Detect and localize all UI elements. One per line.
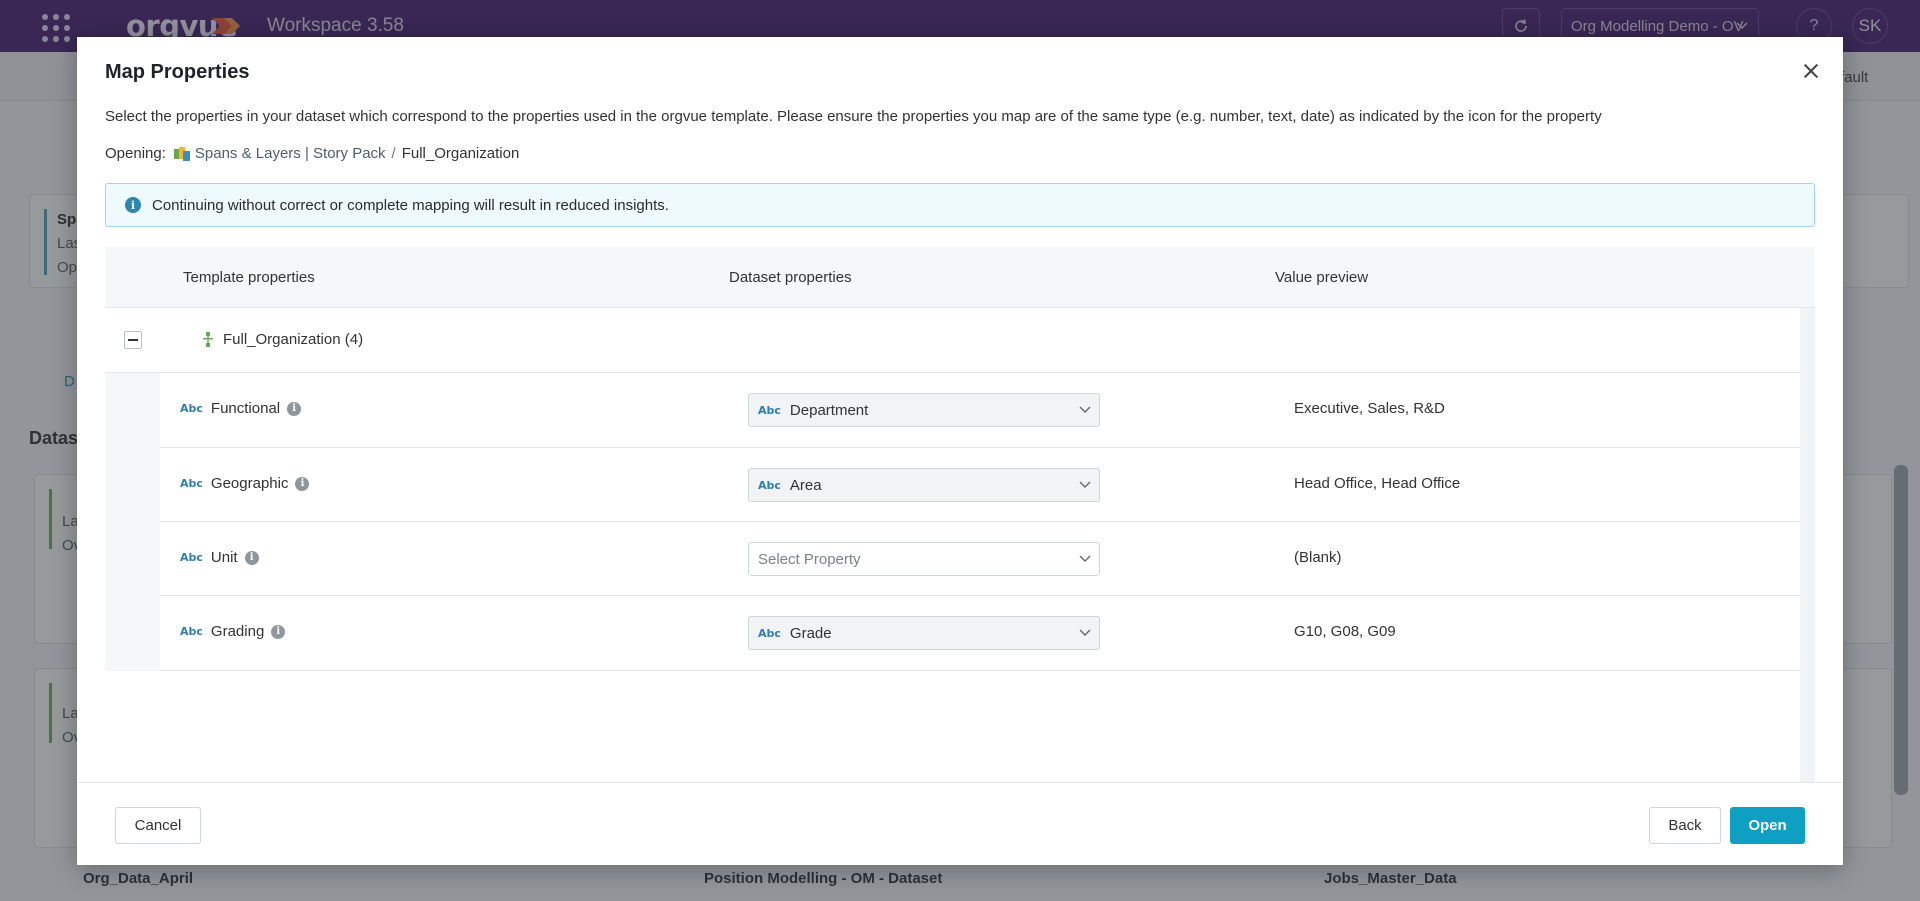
template-property: Abc Functional i	[180, 400, 302, 417]
text-type-icon: Abc	[758, 478, 781, 492]
chevron-down-icon	[1079, 629, 1091, 636]
group-name: Full_Organization (4)	[223, 331, 364, 348]
table-row: Abc Geographic i Abc Area Head Office, H…	[105, 448, 1800, 522]
group-label: Full_Organization (4)	[203, 331, 363, 348]
table-scrollbar[interactable]	[1800, 308, 1815, 782]
table-header: Template properties Dataset properties V…	[105, 247, 1815, 308]
dialog-title: Map Properties	[105, 61, 250, 83]
value-preview: G10, G08, G09	[1294, 623, 1396, 640]
opening-label: Opening:	[105, 145, 166, 162]
info-icon[interactable]: i	[244, 550, 259, 565]
text-type-icon: Abc	[758, 403, 781, 417]
value-preview: Head Office, Head Office	[1294, 475, 1461, 492]
dataset-property-select[interactable]: Abc Grade	[748, 616, 1100, 650]
info-notice: i Continuing without correct or complete…	[105, 183, 1815, 227]
story-pack-icon	[173, 146, 190, 161]
selected-property: Department	[789, 401, 869, 419]
breadcrumb-separator: /	[391, 145, 396, 162]
dataset-property-select[interactable]: Abc Area	[748, 468, 1100, 502]
select-placeholder: Select Property	[758, 550, 861, 568]
table-row: Abc Functional i Abc Department Executiv…	[105, 373, 1800, 448]
value-preview: (Blank)	[1294, 549, 1342, 566]
cancel-button[interactable]: Cancel	[115, 807, 201, 844]
info-icon[interactable]: i	[287, 401, 302, 416]
text-type-icon: Abc	[180, 477, 203, 490]
breadcrumb: Opening: Spans & Layers | Story Pack / F…	[105, 145, 519, 162]
table-row: Abc Unit i Select Property (Blank)	[105, 522, 1800, 596]
selected-property: Area	[789, 476, 822, 494]
dialog-footer: Cancel Back Open	[77, 782, 1843, 865]
group-row: Full_Organization (4)	[105, 308, 1800, 373]
value-preview: Executive, Sales, R&D	[1294, 400, 1445, 417]
template-property-name: Unit	[210, 549, 238, 566]
template-property: Abc Unit i	[180, 549, 259, 566]
map-properties-dialog: Map Properties Select the properties in …	[77, 37, 1843, 865]
dataset-property-select[interactable]: Select Property	[748, 542, 1100, 576]
text-type-icon: Abc	[180, 625, 203, 638]
collapse-group-button[interactable]	[124, 331, 142, 349]
open-button[interactable]: Open	[1730, 807, 1805, 844]
info-icon: i	[125, 197, 141, 213]
text-type-icon: Abc	[758, 626, 781, 640]
dataset-property-select[interactable]: Abc Department	[748, 393, 1100, 427]
template-property-name: Functional	[210, 400, 281, 417]
text-type-icon: Abc	[180, 551, 203, 564]
template-property-name: Geographic	[210, 475, 289, 492]
info-icon[interactable]: i	[271, 624, 286, 639]
template-property: Abc Grading i	[180, 623, 286, 640]
close-icon[interactable]	[1799, 59, 1823, 83]
template-property: Abc Geographic i	[180, 475, 310, 492]
chevron-down-icon	[1079, 555, 1091, 562]
info-icon[interactable]: i	[295, 476, 310, 491]
text-type-icon: Abc	[180, 402, 203, 415]
chevron-down-icon	[1079, 481, 1091, 488]
template-property-name: Grading	[210, 623, 265, 640]
breadcrumb-current: Full_Organization	[401, 145, 520, 162]
column-header-template: Template properties	[183, 269, 315, 286]
back-button[interactable]: Back	[1649, 807, 1721, 844]
column-header-preview: Value preview	[1275, 269, 1369, 286]
mapping-table: Template properties Dataset properties V…	[105, 247, 1815, 782]
chevron-down-icon	[1079, 406, 1091, 413]
selected-property: Grade	[789, 624, 832, 642]
table-row: Abc Grading i Abc Grade G10, G08, G09	[105, 596, 1800, 671]
notice-text: Continuing without correct or complete m…	[152, 196, 669, 214]
column-header-dataset: Dataset properties	[729, 269, 852, 286]
dialog-description: Select the properties in your dataset wh…	[105, 108, 1602, 125]
hierarchy-icon	[203, 332, 213, 347]
breadcrumb-story-pack-link[interactable]: Spans & Layers | Story Pack	[195, 145, 386, 162]
